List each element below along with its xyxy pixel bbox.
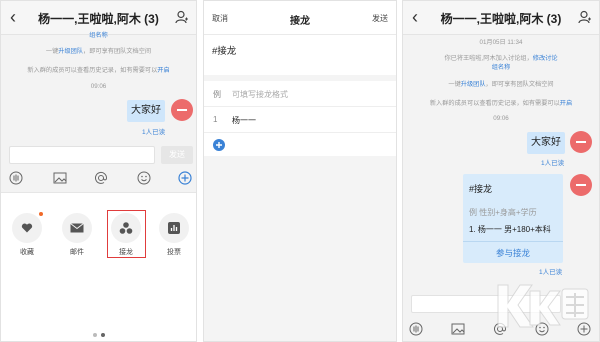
relay-topic-input[interactable]: #接龙 <box>212 43 236 57</box>
image-icon[interactable] <box>53 171 67 185</box>
relay-compose-panel: 取消 接龙 发送 #接龙 例 可填写接龙格式 1 杨一一 <box>203 0 397 342</box>
relay-card[interactable]: #接龙 例 性别+身高+学历 1. 杨一一 男+180+本科 参与接龙 <box>463 174 563 263</box>
enable-history-link[interactable]: 开启 <box>560 100 572 107</box>
enable-history-link[interactable]: 开启 <box>157 67 169 74</box>
voice-icon[interactable] <box>409 322 423 336</box>
group-members-icon[interactable] <box>175 10 189 24</box>
emoji-icon[interactable] <box>137 171 151 185</box>
relay-entry-row[interactable]: 1 杨一一 <box>204 107 396 133</box>
add-icon[interactable] <box>178 171 192 185</box>
history-notice: 新入群的成员可以查看历史记录，如有需要可以开启 <box>27 67 170 74</box>
relay-card-entry: 1. 杨一一 男+180+本科 <box>469 225 551 234</box>
example-mark: 例 <box>213 90 221 99</box>
message-bubble[interactable]: 大家好 <box>527 132 565 154</box>
invite-notice: 你已将王啦啦,阿木加入讨论组，修改讨论 <box>444 55 558 62</box>
relay-card-topic: #接龙 <box>469 184 493 194</box>
relay-format-row[interactable]: 例 可填写接龙格式 <box>204 81 396 107</box>
upgrade-team-link[interactable]: 升级团队 <box>58 48 83 55</box>
avatar[interactable] <box>171 99 193 121</box>
join-relay-button[interactable]: 参与接龙 <box>463 241 563 263</box>
vote-icon <box>168 222 180 234</box>
attachment-tray: 收藏 邮件 接龙 投票 <box>1 192 196 341</box>
relay-icon <box>119 222 133 234</box>
page-indicator <box>93 333 107 337</box>
upgrade-team-link[interactable]: 升级团队 <box>461 81 486 88</box>
heart-icon <box>21 223 33 233</box>
group-name-link[interactable]: 组名称 <box>403 62 599 71</box>
tray-item-relay[interactable]: 接龙 <box>111 213 141 257</box>
send-button[interactable]: 发送 <box>161 146 193 164</box>
new-dot-badge <box>39 212 43 216</box>
image-icon[interactable] <box>451 322 465 336</box>
voice-icon[interactable] <box>9 171 23 185</box>
chat-header: ‹ 杨一一,王啦啦,阿木 (3) <box>403 1 599 35</box>
composer-toolbar <box>1 166 196 190</box>
tray-item-favorites[interactable]: 收藏 <box>12 212 43 257</box>
history-notice: 新入群的成员可以查看历史记录，如有需要可以开启 <box>429 100 573 107</box>
group-name-link[interactable]: 组名称 <box>1 30 196 39</box>
relay-header: 取消 接龙 发送 <box>204 1 396 35</box>
group-members-icon[interactable] <box>578 10 592 24</box>
send-button[interactable]: 发送 <box>372 13 388 24</box>
relay-card-format: 例 性别+身高+学历 <box>469 208 537 217</box>
upgrade-notice: 一键升级团队，即可享有团队文档空间 <box>45 48 152 55</box>
timestamp: 01月05日 11:34 <box>479 39 523 46</box>
format-placeholder: 可填写接龙格式 <box>232 90 288 99</box>
message-time: 09:06 <box>493 115 509 122</box>
read-receipt[interactable]: 1人已读 <box>539 266 562 276</box>
read-receipt[interactable]: 1人已读 <box>541 157 564 167</box>
edit-discussion-link[interactable]: 修改讨论 <box>533 55 558 62</box>
upgrade-notice: 一键升级团队，即可享有团队文档空间 <box>448 81 554 88</box>
chat-title: 杨一一,王啦啦,阿木 (3) <box>38 12 159 26</box>
row-number: 1 <box>213 115 218 124</box>
composer-row: 发送 <box>1 143 196 167</box>
read-receipt[interactable]: 1人已读 <box>142 126 165 136</box>
avatar[interactable] <box>570 174 592 196</box>
chat-panel-with-relay: ‹ 杨一一,王啦啦,阿木 (3) 01月05日 11:34 你已将王啦啦,阿木加… <box>402 0 600 342</box>
mention-icon[interactable] <box>94 171 108 185</box>
message-bubble[interactable]: 大家好 <box>127 100 165 122</box>
tray-item-mail[interactable]: 邮件 <box>62 213 92 257</box>
tray-item-vote[interactable]: 投票 <box>159 213 189 257</box>
mail-icon <box>70 223 84 233</box>
chat-panel-with-tray: ‹ 杨一一,王啦啦,阿木 (3) 组名称 一键升级团队，即可享有团队文档空间 新… <box>0 0 197 342</box>
message-time: 09:06 <box>90 83 107 90</box>
message-input[interactable] <box>9 146 155 164</box>
screenshot-collage: ‹ 杨一一,王啦啦,阿木 (3) 组名称 一键升级团队，即可享有团队文档空间 新… <box>0 0 600 342</box>
relay-title: 接龙 <box>290 16 310 27</box>
chat-title: 杨一一,王啦啦,阿木 (3) <box>440 12 562 26</box>
add-row-icon[interactable] <box>213 139 225 151</box>
watermark-logo <box>497 284 589 328</box>
empty-area <box>204 156 396 341</box>
avatar[interactable] <box>570 131 592 153</box>
row-value: 杨一一 <box>232 116 256 125</box>
